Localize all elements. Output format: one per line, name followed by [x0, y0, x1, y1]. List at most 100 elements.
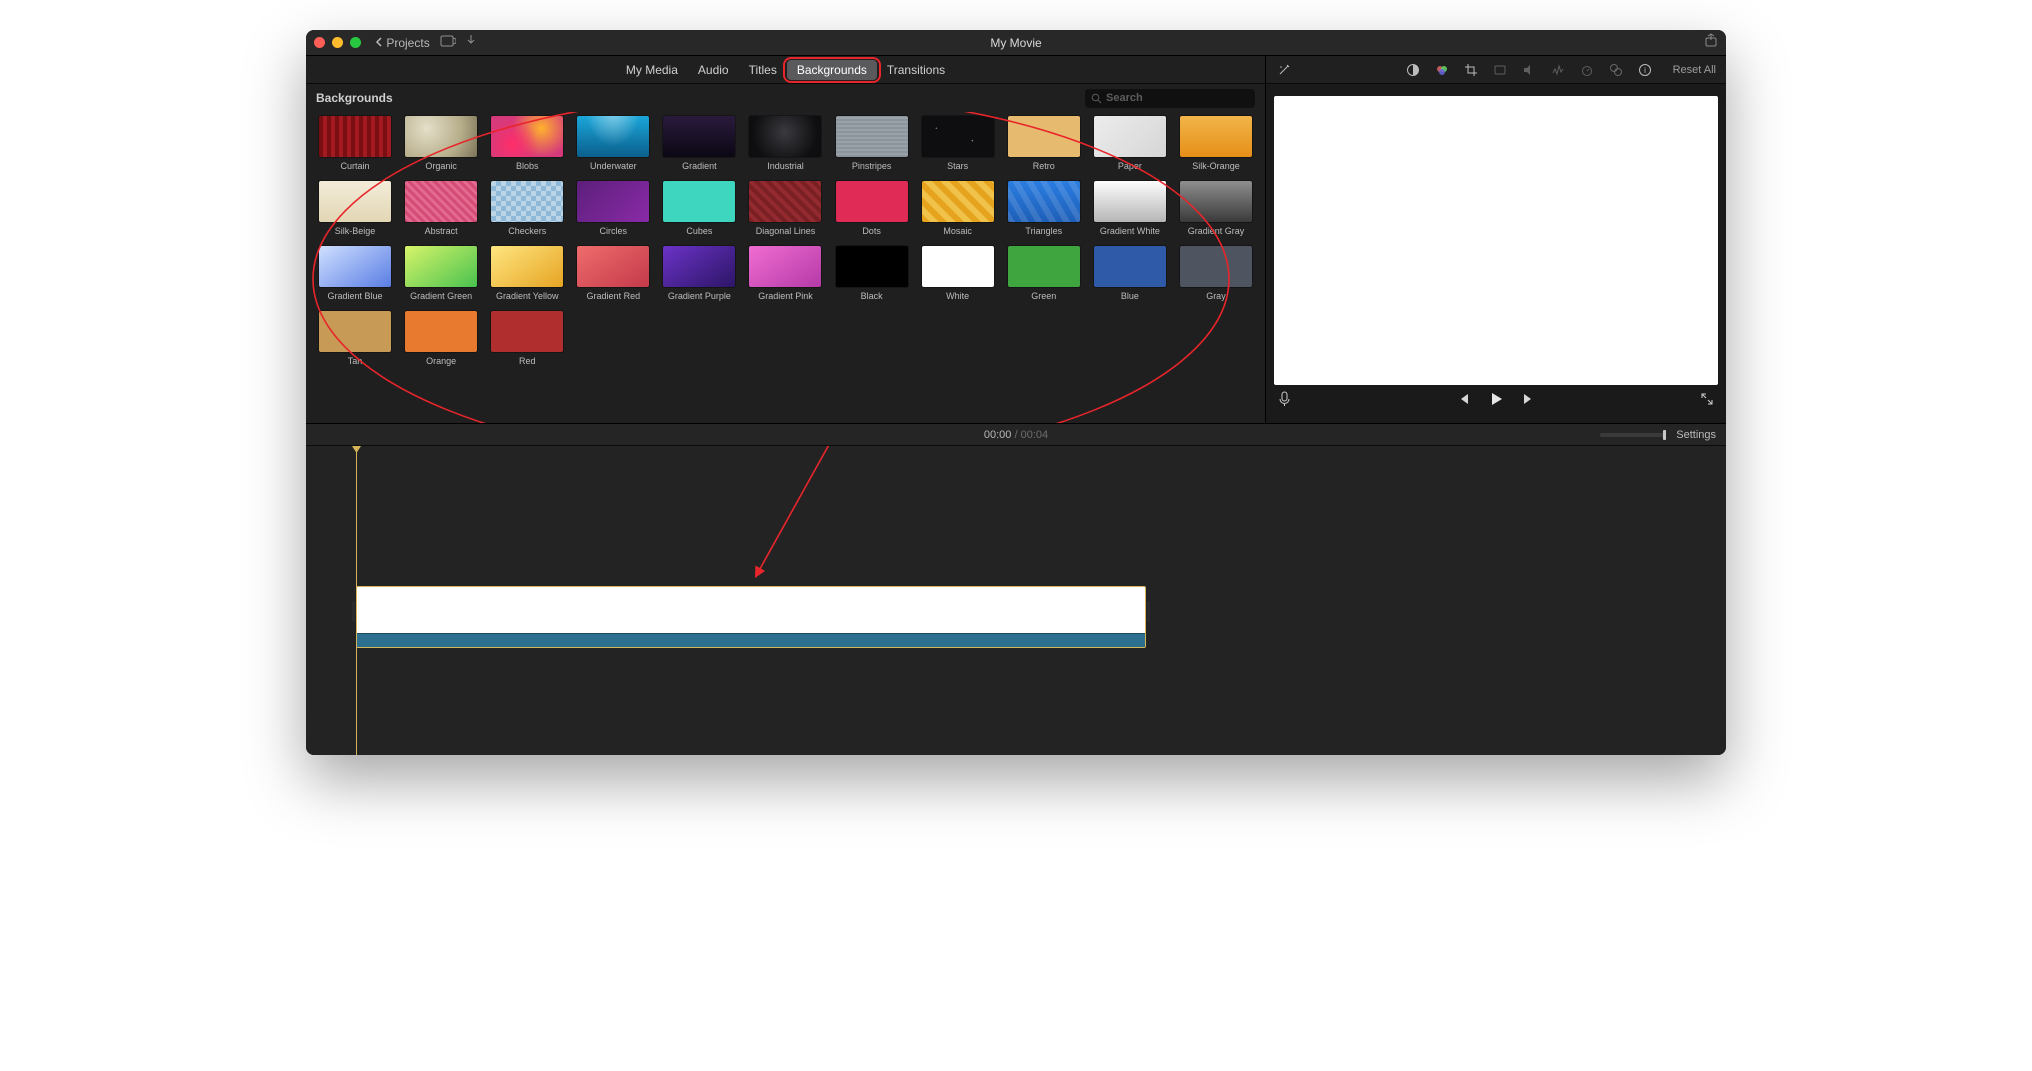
clip-trim-left[interactable]	[352, 601, 355, 621]
background-item-checkers[interactable]: Checkers	[490, 181, 564, 236]
background-item-gradient-gray[interactable]: Gradient Gray	[1179, 181, 1253, 236]
background-label: Gradient Blue	[328, 291, 383, 301]
background-thumb	[1094, 116, 1166, 157]
background-thumb	[577, 246, 649, 287]
noise-reduction-icon[interactable]	[1551, 62, 1566, 77]
minimize-window-button[interactable]	[332, 37, 343, 48]
timecode: 00:00 / 00:04	[306, 429, 1726, 441]
background-item-gradient[interactable]: Gradient	[662, 116, 736, 171]
background-item-gradient-yellow[interactable]: Gradient Yellow	[490, 246, 564, 301]
background-item-dots[interactable]: Dots	[835, 181, 909, 236]
prev-frame-button[interactable]	[1456, 392, 1470, 411]
background-item-stars[interactable]: Stars	[921, 116, 995, 171]
background-item-silk-orange[interactable]: Silk-Orange	[1179, 116, 1253, 171]
background-item-curtain[interactable]: Curtain	[318, 116, 392, 171]
download-icon[interactable]	[466, 35, 476, 50]
close-window-button[interactable]	[314, 37, 325, 48]
background-item-underwater[interactable]: Underwater	[576, 116, 650, 171]
background-item-mosaic[interactable]: Mosaic	[921, 181, 995, 236]
background-item-green[interactable]: Green	[1007, 246, 1081, 301]
fullscreen-preview-icon[interactable]	[1700, 392, 1714, 411]
clip-audio-track[interactable]	[357, 633, 1145, 647]
background-item-silk-beige[interactable]: Silk-Beige	[318, 181, 392, 236]
background-item-blobs[interactable]: Blobs	[490, 116, 564, 171]
background-item-gray[interactable]: Gray	[1179, 246, 1253, 301]
volume-icon[interactable]	[1522, 62, 1537, 77]
background-label: Paper	[1118, 161, 1142, 171]
tab-audio[interactable]: Audio	[688, 60, 739, 80]
background-label: Silk-Orange	[1192, 161, 1240, 171]
background-item-diagonal-lines[interactable]: Diagonal Lines	[748, 181, 822, 236]
annotation-arrow	[306, 446, 1266, 596]
background-label: Triangles	[1025, 226, 1062, 236]
background-thumb	[1180, 246, 1252, 287]
stabilize-icon[interactable]	[1493, 62, 1508, 77]
background-item-industrial[interactable]: Industrial	[748, 116, 822, 171]
background-thumb	[319, 116, 391, 157]
background-item-orange[interactable]: Orange	[404, 311, 478, 366]
tab-backgrounds[interactable]: Backgrounds	[787, 60, 877, 80]
background-item-gradient-white[interactable]: Gradient White	[1093, 181, 1167, 236]
background-item-gradient-green[interactable]: Gradient Green	[404, 246, 478, 301]
browser-tabs: My Media Audio Titles Backgrounds Transi…	[306, 56, 1265, 84]
share-button[interactable]	[1704, 33, 1718, 52]
background-label: Gradient White	[1100, 226, 1160, 236]
background-item-cubes[interactable]: Cubes	[662, 181, 736, 236]
color-balance-icon[interactable]	[1406, 62, 1421, 77]
background-item-tan[interactable]: Tan	[318, 311, 392, 366]
crop-icon[interactable]	[1464, 62, 1479, 77]
color-correction-icon[interactable]	[1435, 62, 1450, 77]
projects-label: Projects	[386, 36, 429, 50]
filters-icon[interactable]	[1609, 62, 1624, 77]
background-item-triangles[interactable]: Triangles	[1007, 181, 1081, 236]
background-item-retro[interactable]: Retro	[1007, 116, 1081, 171]
background-thumb	[405, 246, 477, 287]
tab-transitions[interactable]: Transitions	[877, 60, 955, 80]
titlebar: Projects My Movie	[306, 30, 1726, 56]
background-label: Blue	[1121, 291, 1139, 301]
speed-icon[interactable]	[1580, 62, 1595, 77]
media-browser: My Media Audio Titles Backgrounds Transi…	[306, 56, 1266, 423]
next-frame-button[interactable]	[1522, 392, 1536, 411]
tab-titles[interactable]: Titles	[739, 60, 787, 80]
magic-wand-icon[interactable]	[1276, 62, 1291, 77]
import-media-button[interactable]	[440, 34, 456, 51]
preview-viewer: i Reset All	[1266, 56, 1726, 423]
background-item-abstract[interactable]: Abstract	[404, 181, 478, 236]
background-label: Checkers	[508, 226, 546, 236]
background-item-black[interactable]: Black	[835, 246, 909, 301]
background-label: Black	[861, 291, 883, 301]
background-thumb	[836, 246, 908, 287]
play-button[interactable]	[1488, 391, 1504, 412]
voiceover-icon[interactable]	[1278, 391, 1291, 412]
background-item-pinstripes[interactable]: Pinstripes	[835, 116, 909, 171]
background-item-blue[interactable]: Blue	[1093, 246, 1167, 301]
timeline[interactable]	[306, 446, 1726, 755]
background-label: Mosaic	[943, 226, 972, 236]
preview-canvas[interactable]	[1274, 96, 1718, 385]
background-item-gradient-pink[interactable]: Gradient Pink	[748, 246, 822, 301]
background-thumb	[922, 181, 994, 222]
background-item-red[interactable]: Red	[490, 311, 564, 366]
background-item-circles[interactable]: Circles	[576, 181, 650, 236]
timeline-zoom-slider[interactable]	[1600, 433, 1666, 437]
info-icon[interactable]: i	[1638, 62, 1653, 77]
background-item-paper[interactable]: Paper	[1093, 116, 1167, 171]
background-item-white[interactable]: White	[921, 246, 995, 301]
search-input[interactable]: Search	[1085, 89, 1255, 108]
project-title: My Movie	[306, 36, 1726, 50]
clip-trim-right[interactable]	[1147, 601, 1150, 621]
window-controls	[314, 37, 361, 48]
background-thumb	[491, 116, 563, 157]
background-item-organic[interactable]: Organic	[404, 116, 478, 171]
projects-back-button[interactable]: Projects	[375, 36, 430, 50]
background-item-gradient-blue[interactable]: Gradient Blue	[318, 246, 392, 301]
fullscreen-window-button[interactable]	[350, 37, 361, 48]
background-item-gradient-purple[interactable]: Gradient Purple	[662, 246, 736, 301]
tab-my-media[interactable]: My Media	[616, 60, 688, 80]
background-thumb	[749, 116, 821, 157]
background-item-gradient-red[interactable]: Gradient Red	[576, 246, 650, 301]
reset-all-button[interactable]: Reset All	[1673, 64, 1716, 76]
background-label: Silk-Beige	[335, 226, 376, 236]
timeline-clip[interactable]	[356, 586, 1146, 648]
